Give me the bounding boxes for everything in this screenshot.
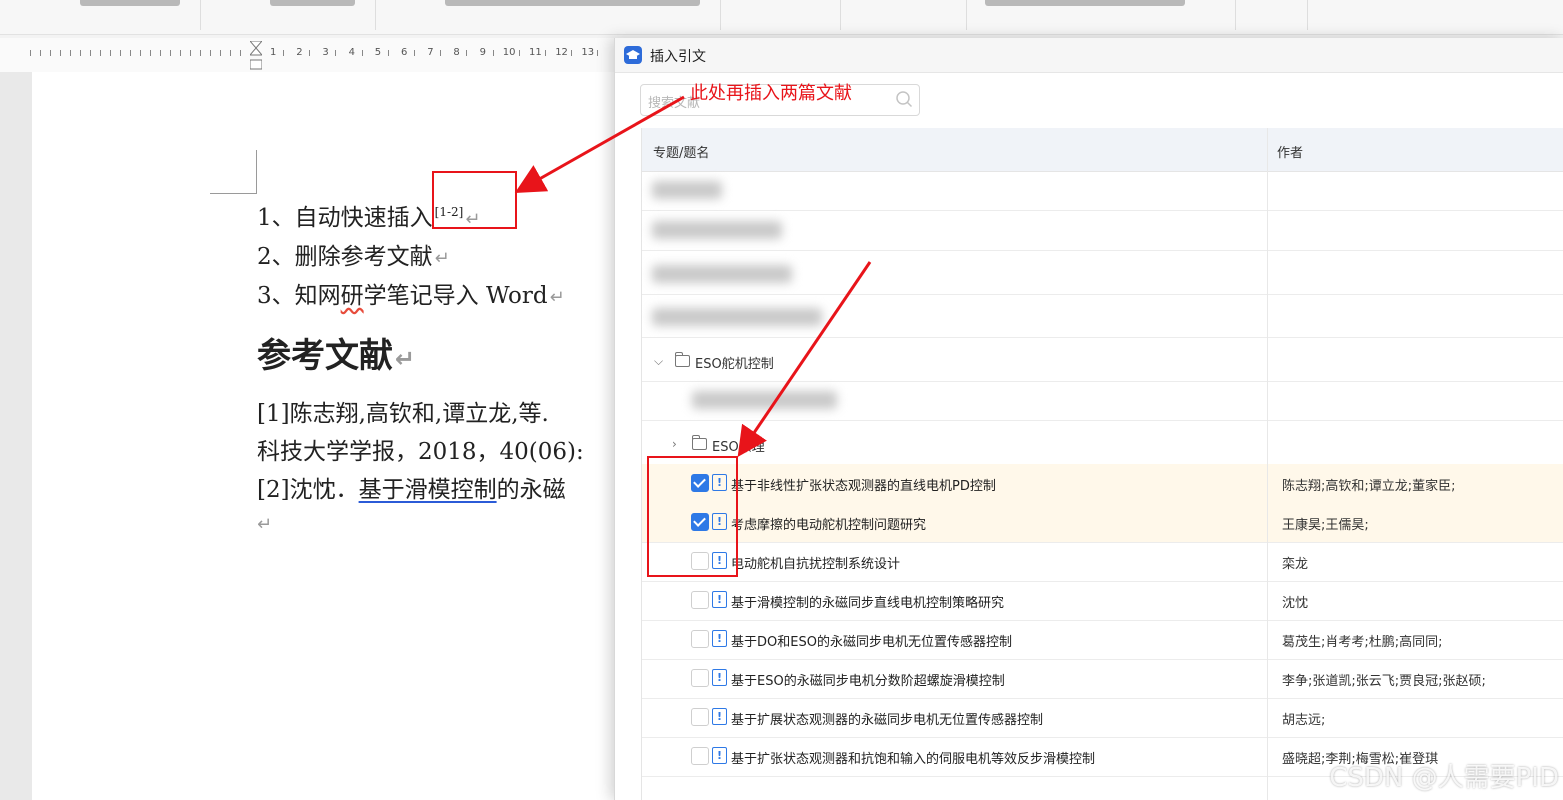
arrow-to-citation — [514, 95, 685, 193]
arrow-to-checkboxes — [737, 261, 872, 457]
annotation-arrows — [514, 95, 872, 457]
watermark: CSDN @人需要PID — [1329, 763, 1559, 793]
